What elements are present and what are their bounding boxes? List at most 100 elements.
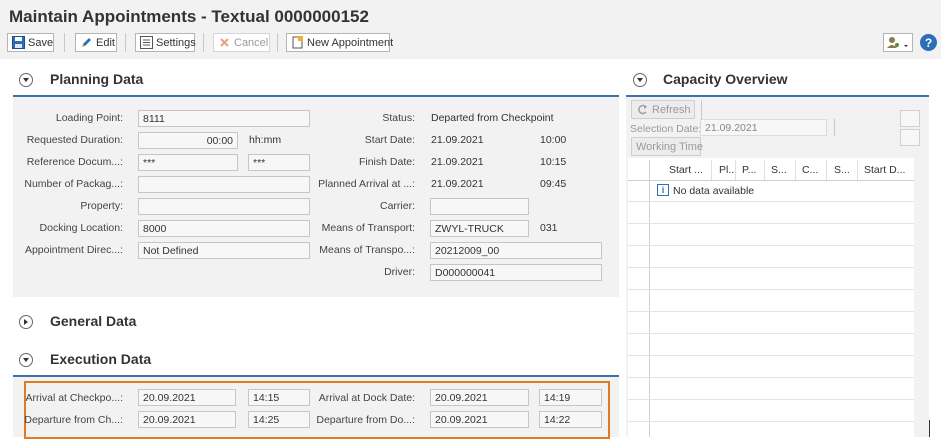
loading-point-field[interactable]: 8111 <box>138 110 310 127</box>
chevron-down-icon <box>637 78 643 82</box>
table-row <box>628 311 914 312</box>
arrival-at-dock-time-field[interactable]: 14:19 <box>539 389 602 406</box>
execution-data-title: Execution Data <box>50 351 152 367</box>
refresh-icon <box>636 103 649 116</box>
table-row <box>628 245 914 246</box>
means-of-transport-field[interactable]: ZWYL-TRUCK <box>430 220 529 237</box>
floppy-disk-icon <box>12 36 25 49</box>
toolbar-separator <box>701 100 702 119</box>
arrival-at-checkpoint-time-field[interactable]: 14:15 <box>248 389 310 406</box>
column-divider <box>764 160 765 180</box>
cancel-button[interactable]: Cancel <box>213 33 270 52</box>
toolbar-separator <box>203 33 204 52</box>
start-time-value: 10:00 <box>540 134 567 146</box>
table-row <box>628 267 914 268</box>
column-divider <box>795 160 796 180</box>
appointment-direction-field[interactable]: Not Defined <box>138 242 310 259</box>
start-date-label: Start Date: <box>364 134 415 146</box>
capacity-person-icon[interactable] <box>900 129 920 146</box>
no-data-message: No data available <box>673 185 755 197</box>
departure-from-dock-date-field[interactable]: 20.09.2021 <box>430 411 529 428</box>
text-cursor <box>929 420 930 437</box>
arrival-at-dock-label: Arrival at Dock Date: <box>318 392 415 404</box>
general-expand-toggle[interactable] <box>19 315 33 329</box>
reference-document-type-field[interactable]: *** <box>248 154 310 171</box>
settings-label: Settings <box>156 36 196 49</box>
table-row <box>628 421 914 422</box>
arrival-at-checkpoint-date-field[interactable]: 20.09.2021 <box>138 389 236 406</box>
column-divider <box>711 160 712 180</box>
planned-arrival-date-value: 21.09.2021 <box>431 178 484 190</box>
status-value: Departed from Checkpoint <box>431 112 554 124</box>
column-header[interactable]: Start ... <box>669 160 703 180</box>
save-label: Save <box>28 36 54 49</box>
departure-from-checkpoint-date-field[interactable]: 20.09.2021 <box>138 411 236 428</box>
property-field[interactable] <box>138 198 310 215</box>
capacity-collapse-toggle[interactable] <box>633 73 647 87</box>
column-header[interactable]: P... <box>742 160 756 180</box>
refresh-label: Refresh <box>652 103 691 116</box>
working-time-label: Working Time <box>636 140 704 153</box>
toolbar-separator <box>64 33 65 52</box>
reference-document-field[interactable]: *** <box>138 154 238 171</box>
working-time-button[interactable]: Working Time <box>631 137 704 156</box>
column-header[interactable]: Start D... <box>864 160 905 180</box>
requested-duration-field[interactable]: 00:00 <box>138 132 238 149</box>
settings-table-icon <box>140 36 153 49</box>
toolbar-separator <box>125 33 126 52</box>
cancel-x-icon <box>218 36 231 49</box>
dropdown-caret-icon <box>903 36 909 49</box>
planning-collapse-toggle[interactable] <box>19 73 33 87</box>
edit-button[interactable]: Edit <box>75 33 117 52</box>
means-of-transport-id-label: Means of Transpo...: <box>319 244 415 256</box>
chevron-down-icon <box>23 78 29 82</box>
docking-location-label: Docking Location: <box>39 222 123 234</box>
departure-from-checkpoint-label: Departure from Ch...: <box>24 414 123 426</box>
number-of-packages-label: Number of Packag...: <box>24 178 123 190</box>
new-appointment-label: New Appointment <box>307 36 394 49</box>
chevron-right-icon <box>24 319 28 325</box>
settings-button[interactable]: Settings <box>135 33 196 52</box>
status-label: Status: <box>382 112 415 124</box>
new-appointment-button[interactable]: New Appointment <box>286 33 394 52</box>
page-title: Maintain Appointments - Textual 00000001… <box>9 7 369 26</box>
finish-date-value: 21.09.2021 <box>431 156 484 168</box>
capacity-overview-title: Capacity Overview <box>663 71 788 87</box>
save-button[interactable]: Save <box>7 33 54 52</box>
driver-field[interactable]: D000000041 <box>430 264 602 281</box>
column-header[interactable]: C... <box>802 160 818 180</box>
column-header[interactable]: S... <box>834 160 850 180</box>
column-divider <box>826 160 827 180</box>
departure-from-dock-time-field[interactable]: 14:22 <box>539 411 602 428</box>
finish-date-label: Finish Date: <box>358 156 415 168</box>
arrival-at-dock-date-field[interactable]: 20.09.2021 <box>430 389 529 406</box>
column-header[interactable]: S... <box>771 160 787 180</box>
edit-label: Edit <box>96 36 115 49</box>
table-row <box>628 399 914 400</box>
means-of-transport-id-field[interactable]: 20212009_00 <box>430 242 602 259</box>
refresh-button[interactable]: Refresh <box>631 100 695 119</box>
capacity-settings-icon[interactable] <box>900 110 920 127</box>
table-row <box>628 201 914 202</box>
help-icon[interactable]: ? <box>920 34 937 51</box>
toolbar-separator <box>277 33 278 52</box>
departure-from-dock-label: Departure from Do...: <box>316 414 415 426</box>
table-row <box>628 355 914 356</box>
table-row <box>628 223 914 224</box>
execution-collapse-toggle[interactable] <box>19 353 33 367</box>
means-of-transport-label: Means of Transport: <box>321 222 415 234</box>
selection-date-field[interactable]: 21.09.2021 <box>700 119 827 136</box>
carrier-label: Carrier: <box>379 200 415 212</box>
info-icon: i <box>657 184 669 196</box>
means-of-transport-code: 031 <box>540 222 558 234</box>
departure-from-checkpoint-time-field[interactable]: 14:25 <box>248 411 310 428</box>
capacity-table <box>628 158 914 437</box>
loading-point-label: Loading Point: <box>55 112 123 124</box>
table-row <box>628 333 914 334</box>
carrier-field[interactable] <box>430 198 529 215</box>
general-data-title: General Data <box>50 313 137 329</box>
toolbar-separator <box>834 119 835 136</box>
number-of-packages-field[interactable] <box>138 176 310 193</box>
personalize-button[interactable] <box>883 33 913 52</box>
docking-location-field[interactable]: 8000 <box>138 220 310 237</box>
